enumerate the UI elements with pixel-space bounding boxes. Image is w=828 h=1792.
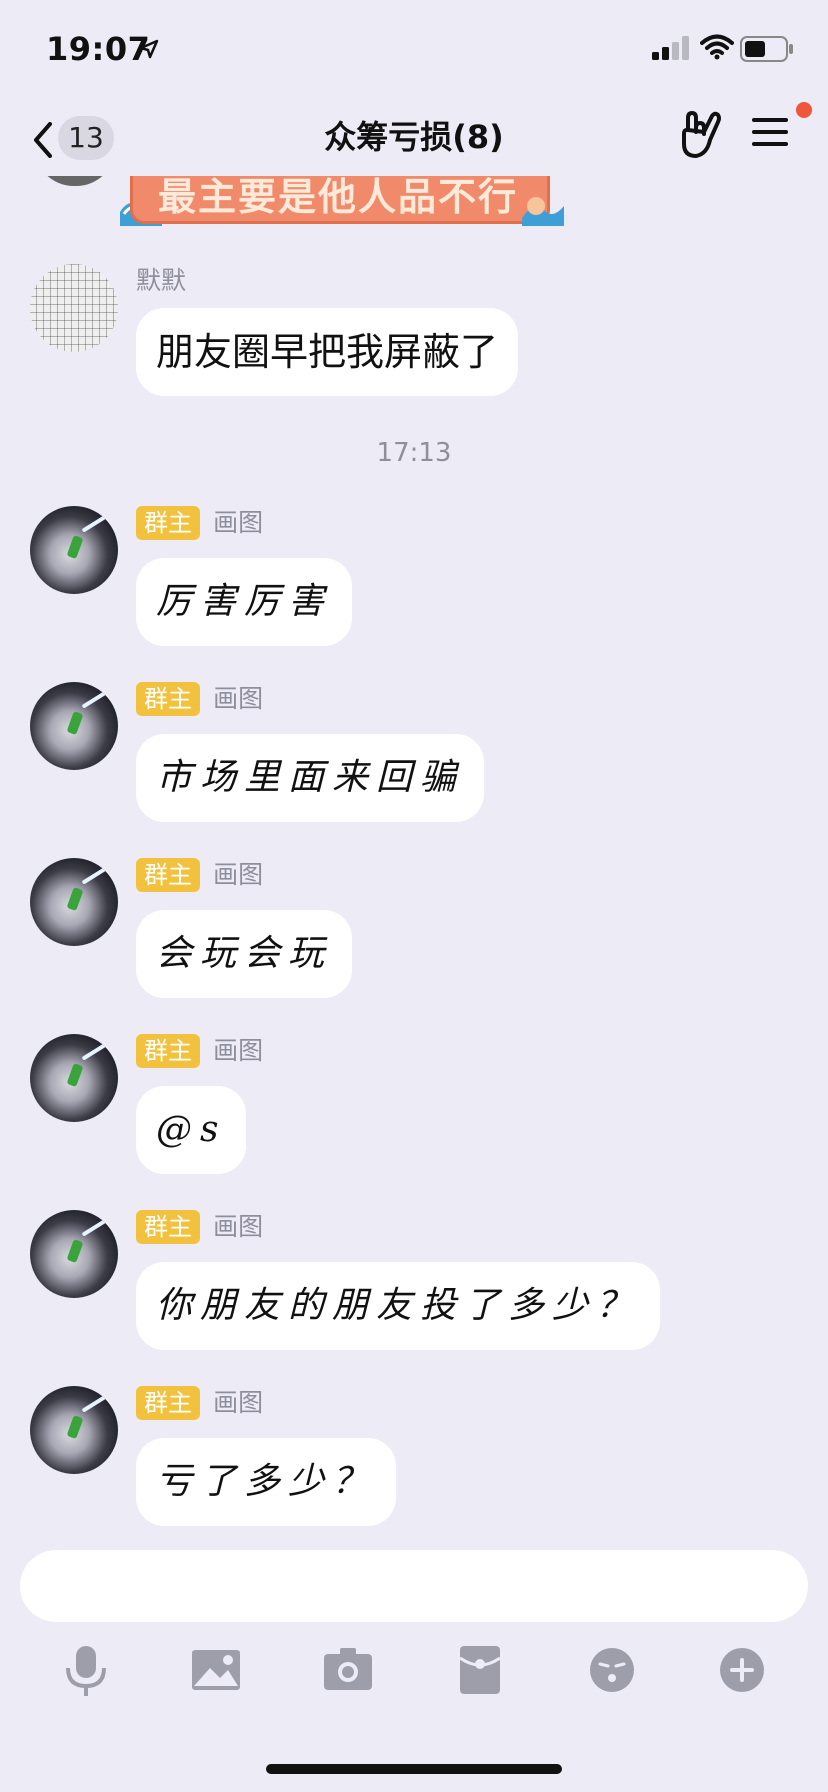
cellular-signal-icon xyxy=(652,36,689,60)
red-packet-icon[interactable] xyxy=(450,1640,510,1700)
sender-row: 群主 画图 xyxy=(136,1210,263,1246)
avatar-detail xyxy=(66,710,84,736)
message-bubble[interactable]: 亏了多少？ xyxy=(136,1438,397,1526)
avatar[interactable] xyxy=(30,858,118,946)
microphone-icon[interactable] xyxy=(56,1640,116,1700)
plus-icon[interactable] xyxy=(712,1640,772,1700)
location-arrow-icon xyxy=(139,39,159,59)
sender-row: 群主 画图 xyxy=(136,506,263,542)
avatar[interactable] xyxy=(30,1210,118,1298)
avatar[interactable] xyxy=(34,176,116,186)
sender-name: 默默 xyxy=(136,266,187,295)
group-owner-badge: 群主 xyxy=(136,1210,200,1244)
sender-row: 群主 画图 xyxy=(136,858,263,894)
hand-gesture-icon[interactable] xyxy=(680,110,724,160)
camera-icon[interactable] xyxy=(318,1640,378,1700)
avatar[interactable] xyxy=(30,682,118,770)
message-bubble[interactable]: 厉害厉害 xyxy=(136,558,353,646)
message-bubble[interactable]: 朋友圈早把我屏蔽了 xyxy=(136,308,519,396)
avatar-detail xyxy=(81,1039,113,1061)
avatar-detail xyxy=(81,1215,113,1237)
sender-row: 群主 画图 xyxy=(136,682,263,718)
image-icon[interactable] xyxy=(186,1640,246,1700)
sender-name: 画图 xyxy=(213,1036,264,1065)
message-bubble[interactable]: 市场里面来回骗 xyxy=(136,734,485,822)
group-owner-badge: 群主 xyxy=(136,682,200,716)
sender-name: 画图 xyxy=(213,508,264,537)
avatar-detail xyxy=(66,1062,84,1088)
sticker-text: 最主要是他人品不行 xyxy=(158,176,519,219)
message-bubble[interactable]: @s xyxy=(136,1086,247,1174)
sender-name: 画图 xyxy=(213,1388,264,1417)
avatar[interactable] xyxy=(30,264,118,352)
group-owner-badge: 群主 xyxy=(136,1386,200,1420)
sender-row: 默默 xyxy=(136,264,186,300)
group-owner-badge: 群主 xyxy=(136,1034,200,1068)
input-toolbar xyxy=(0,1640,828,1712)
back-button[interactable]: 13 xyxy=(28,110,138,166)
time-separator: 17:13 xyxy=(376,438,452,468)
battery-icon xyxy=(740,36,793,62)
sender-name: 画图 xyxy=(213,1212,264,1241)
sender-row: 群主 画图 xyxy=(136,1386,263,1422)
sender-name: 画图 xyxy=(213,684,264,713)
sender-name: 画图 xyxy=(213,860,264,889)
notification-dot xyxy=(796,102,812,118)
message-input[interactable] xyxy=(20,1550,808,1622)
emoji-icon[interactable] xyxy=(582,1640,642,1700)
avatar-detail xyxy=(81,687,113,709)
chevron-left-icon xyxy=(34,122,52,158)
status-time: 19:07 xyxy=(46,30,151,68)
unread-count-badge: 13 xyxy=(58,116,114,160)
avatar-detail xyxy=(81,1391,113,1413)
chat-message-list[interactable]: 最主要是他人品不行 默默 朋友圈早把我屏蔽了 17:13 群主 画图 厉害厉害 xyxy=(0,176,828,1544)
avatar-detail xyxy=(66,886,84,912)
avatar[interactable] xyxy=(30,1386,118,1474)
status-bar: 19:07 xyxy=(0,0,828,100)
wifi-icon xyxy=(700,34,734,60)
avatar-detail xyxy=(66,534,84,560)
avatar-detail xyxy=(81,511,113,533)
group-owner-badge: 群主 xyxy=(136,858,200,892)
wave-decoration-icon xyxy=(522,197,564,226)
message-bubble[interactable]: 你朋友的朋友投了多少？ xyxy=(136,1262,661,1350)
sticker-message[interactable]: 最主要是他人品不行 xyxy=(118,176,566,232)
home-indicator[interactable] xyxy=(266,1764,562,1774)
chat-title: 众筹亏损(8) xyxy=(324,118,504,156)
menu-icon[interactable] xyxy=(750,114,790,150)
avatar-detail xyxy=(66,1238,84,1264)
avatar-detail xyxy=(66,1414,84,1440)
sender-row: 群主 画图 xyxy=(136,1034,263,1070)
avatar-detail xyxy=(81,863,113,885)
avatar[interactable] xyxy=(30,506,118,594)
message-bubble[interactable]: 会玩会玩 xyxy=(136,910,353,998)
avatar[interactable] xyxy=(30,1034,118,1122)
group-owner-badge: 群主 xyxy=(136,506,200,540)
navigation-bar: 13 众筹亏损(8) xyxy=(0,100,828,176)
